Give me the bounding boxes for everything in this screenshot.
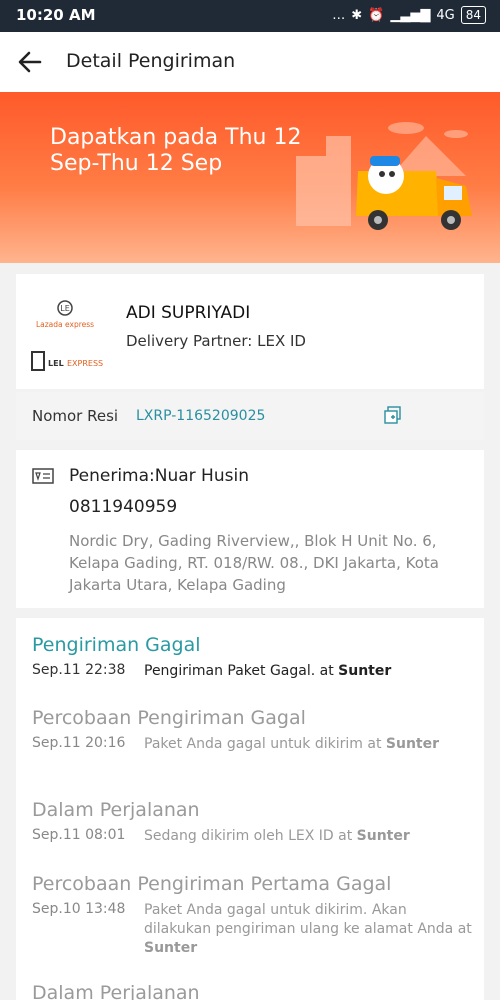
lel-express-logo: LEL EXPRESS	[31, 351, 103, 371]
event-status: Percobaan Pengiriman Pertama Gagal	[32, 873, 392, 895]
event-time: Sep.11 22:38	[32, 662, 126, 678]
status-time: 10:20 AM	[16, 6, 96, 24]
event-row: Sep.10 13:48 Paket Anda gagal untuk diki…	[32, 901, 472, 958]
recipient-phone: 0811940959	[69, 497, 178, 517]
event-location: Sunter	[356, 828, 410, 844]
event-status: Pengiriman Gagal	[32, 634, 201, 656]
tracking-number-value[interactable]: LXRP-1165209025	[136, 408, 265, 424]
back-arrow-icon[interactable]	[14, 46, 46, 78]
timeline-event: Dalam Perjalanan	[32, 982, 472, 1000]
event-row: Sep.11 22:38 Pengiriman Paket Gagal. at …	[32, 662, 472, 681]
event-description: Paket Anda gagal untuk dikirim at Sunter	[144, 736, 439, 752]
lazada-express-logo: LE Lazada express	[36, 300, 94, 329]
event-status: Dalam Perjalanan	[32, 982, 200, 1000]
timeline-event: Percobaan Pengiriman Gagal Sep.11 20:16 …	[32, 707, 472, 754]
event-description: Paket Anda gagal untuk dikirim. Akan dil…	[144, 902, 472, 956]
event-row: Sep.11 20:16 Paket Anda gagal untuk diki…	[32, 735, 472, 754]
timeline-event: Dalam Perjalanan Sep.11 08:01 Sedang dik…	[32, 799, 472, 846]
status-bar: 10:20 AM … ✱ ⏰ ▁▃▅▇ 4G 84	[0, 0, 500, 32]
svg-text:LE: LE	[60, 304, 70, 313]
battery-icon: 84	[460, 6, 486, 24]
more-icon: …	[332, 7, 346, 23]
svg-text:Lazada express: Lazada express	[36, 320, 94, 329]
network-label: 4G	[436, 7, 455, 23]
event-status: Dalam Perjalanan	[32, 799, 200, 821]
tracking-number-row: Nomor Resi LXRP-1165209025	[16, 392, 484, 440]
svg-text:LEL: LEL	[48, 359, 64, 368]
bluetooth-icon: ✱	[351, 7, 363, 23]
event-description: Sedang dikirim oleh LEX ID at Sunter	[144, 828, 410, 844]
delivery-partner-label: Delivery Partner: LEX ID	[126, 332, 306, 350]
delivery-estimate-banner: Dapatkan pada Thu 12 Sep-Thu 12 Sep	[0, 92, 500, 263]
event-location: Sunter	[338, 663, 392, 679]
event-location: Sunter	[144, 940, 198, 956]
app-bar: Detail Pengiriman	[0, 32, 500, 92]
event-time: Sep.10 13:48	[32, 901, 126, 917]
copy-icon[interactable]	[384, 406, 402, 424]
event-description: Pengiriman Paket Gagal. at Sunter	[144, 663, 392, 679]
id-card-icon	[32, 468, 54, 484]
event-time: Sep.11 08:01	[32, 827, 126, 843]
recipient-address-card: Penerima:Nuar Husin 0811940959 Nordic Dr…	[16, 450, 484, 608]
tracking-number-label: Nomor Resi	[32, 407, 119, 425]
recipient-name: Penerima:Nuar Husin	[69, 466, 249, 486]
timeline-event: Pengiriman Gagal Sep.11 22:38 Pengiriman…	[32, 634, 472, 681]
sender-name: ADI SUPRIYADI	[126, 303, 251, 323]
timeline-event: Percobaan Pengiriman Pertama Gagal Sep.1…	[32, 873, 472, 958]
event-row: Sep.11 08:01 Sedang dikirim oleh LEX ID …	[32, 827, 472, 846]
status-icons: … ✱ ⏰ ▁▃▅▇ 4G 84	[332, 6, 486, 24]
recipient-address: Nordic Dry, Gading Riverview,, Blok H Un…	[69, 532, 439, 594]
delivery-partner-card: LE Lazada express LEL EXPRESS ADI SUPRIY…	[16, 274, 484, 389]
svg-text:EXPRESS: EXPRESS	[67, 359, 103, 368]
delivery-estimate-text: Dapatkan pada Thu 12 Sep-Thu 12 Sep	[50, 125, 302, 176]
delivery-truck-illustration	[296, 122, 472, 230]
page-title: Detail Pengiriman	[66, 50, 236, 72]
event-time: Sep.11 20:16	[32, 735, 126, 751]
alarm-icon: ⏰	[368, 7, 385, 23]
event-status: Percobaan Pengiriman Gagal	[32, 707, 306, 729]
signal-icon: ▁▃▅▇	[390, 7, 431, 23]
event-location: Sunter	[385, 736, 439, 752]
tracking-timeline: Pengiriman Gagal Sep.11 22:38 Pengiriman…	[16, 618, 484, 1000]
